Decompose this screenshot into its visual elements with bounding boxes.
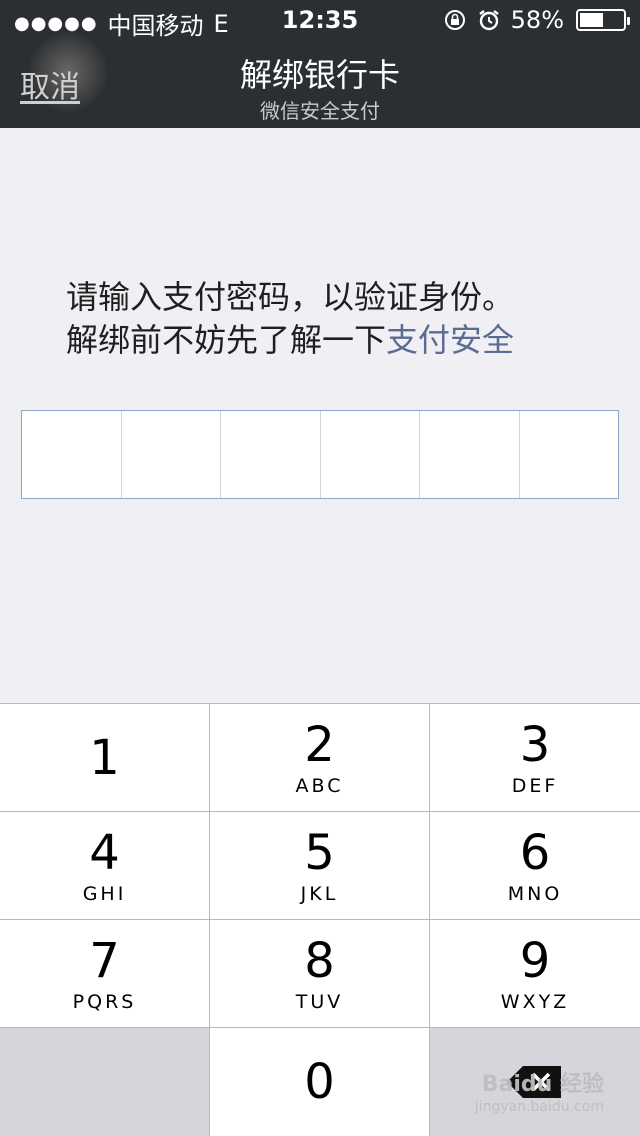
key-letters: JKL xyxy=(300,882,339,905)
status-right: 58% xyxy=(443,6,630,34)
alarm-icon xyxy=(478,10,499,31)
password-prompt: 请输入支付密码，以验证身份。 解绑前不妨先了解一下支付安全 xyxy=(66,276,626,362)
prompt-line-2: 解绑前不妨先了解一下支付安全 xyxy=(66,319,626,362)
key-letters: DEF xyxy=(511,774,559,797)
numeric-keypad: 1 2 ABC 3 DEF 4 GHI 5 JKL 6 MNO 7 PQRS 8 TUV 9 WXYZ 0 Baid… xyxy=(0,703,640,1136)
key-letters: TUV xyxy=(295,990,344,1013)
payment-security-link[interactable]: 支付安全 xyxy=(386,321,514,359)
key-letters: GHI xyxy=(82,882,127,905)
page-subtitle: 微信安全支付 xyxy=(260,99,380,123)
prompt-line-1: 请输入支付密码，以验证身份。 xyxy=(66,278,515,316)
key-6[interactable]: 6 MNO xyxy=(430,812,640,919)
key-4[interactable]: 4 GHI xyxy=(0,812,209,919)
key-9[interactable]: 9 WXYZ xyxy=(430,920,640,1027)
key-letters: PQRS xyxy=(72,990,137,1013)
key-digit: 9 xyxy=(519,932,551,989)
pin-digit-cell xyxy=(22,411,122,498)
watermark-url: jingyan.baidu.com xyxy=(474,1099,604,1115)
prompt-line-2-text: 解绑前不妨先了解一下 xyxy=(66,321,387,359)
key-digit: 0 xyxy=(304,1054,335,1110)
key-1[interactable]: 1 xyxy=(0,704,209,811)
empty-key xyxy=(0,1028,209,1136)
pin-digit-cell xyxy=(221,411,321,498)
pin-digit-cell xyxy=(420,411,520,498)
key-digit: 6 xyxy=(519,824,551,881)
status-bar: ●●●●● 中国移动 E 12:35 58% xyxy=(0,0,640,40)
key-digit: 1 xyxy=(89,729,120,786)
pin-digit-cell xyxy=(122,411,221,498)
key-digit: 2 xyxy=(304,716,335,773)
battery-icon xyxy=(576,9,630,31)
watermark-brand: Baidu 经验 xyxy=(481,1072,604,1097)
key-digit: 5 xyxy=(304,824,335,881)
baidu-watermark: Baidu 经验 jingyan.baidu.com xyxy=(475,1074,604,1118)
battery-fill xyxy=(580,13,603,27)
battery-percent: 58% xyxy=(510,6,564,34)
key-digit: 4 xyxy=(89,824,120,881)
navigation-header: ●●●●● 中国移动 E 12:35 58% 取消 解绑银行卡 微信安全支付 xyxy=(0,0,640,128)
rotation-lock-icon xyxy=(444,10,465,30)
key-5[interactable]: 5 JKL xyxy=(210,812,429,919)
page-title: 解绑银行卡 xyxy=(239,56,400,94)
key-7[interactable]: 7 PQRS xyxy=(0,920,209,1027)
key-digit: 8 xyxy=(304,932,335,989)
delete-key[interactable]: Baidu 经验 jingyan.baidu.com xyxy=(430,1028,640,1136)
key-digit: 3 xyxy=(519,716,551,773)
pin-digit-cell xyxy=(321,411,420,498)
key-3[interactable]: 3 DEF xyxy=(430,704,640,811)
key-digit: 7 xyxy=(89,932,120,989)
key-letters: ABC xyxy=(295,774,344,797)
key-0[interactable]: 0 xyxy=(210,1028,429,1136)
key-letters: WXYZ xyxy=(500,990,570,1013)
password-input[interactable] xyxy=(21,410,619,499)
key-2[interactable]: 2 ABC xyxy=(210,704,429,811)
pin-digit-cell xyxy=(520,411,619,498)
key-letters: MNO xyxy=(507,882,563,905)
key-8[interactable]: 8 TUV xyxy=(210,920,429,1027)
